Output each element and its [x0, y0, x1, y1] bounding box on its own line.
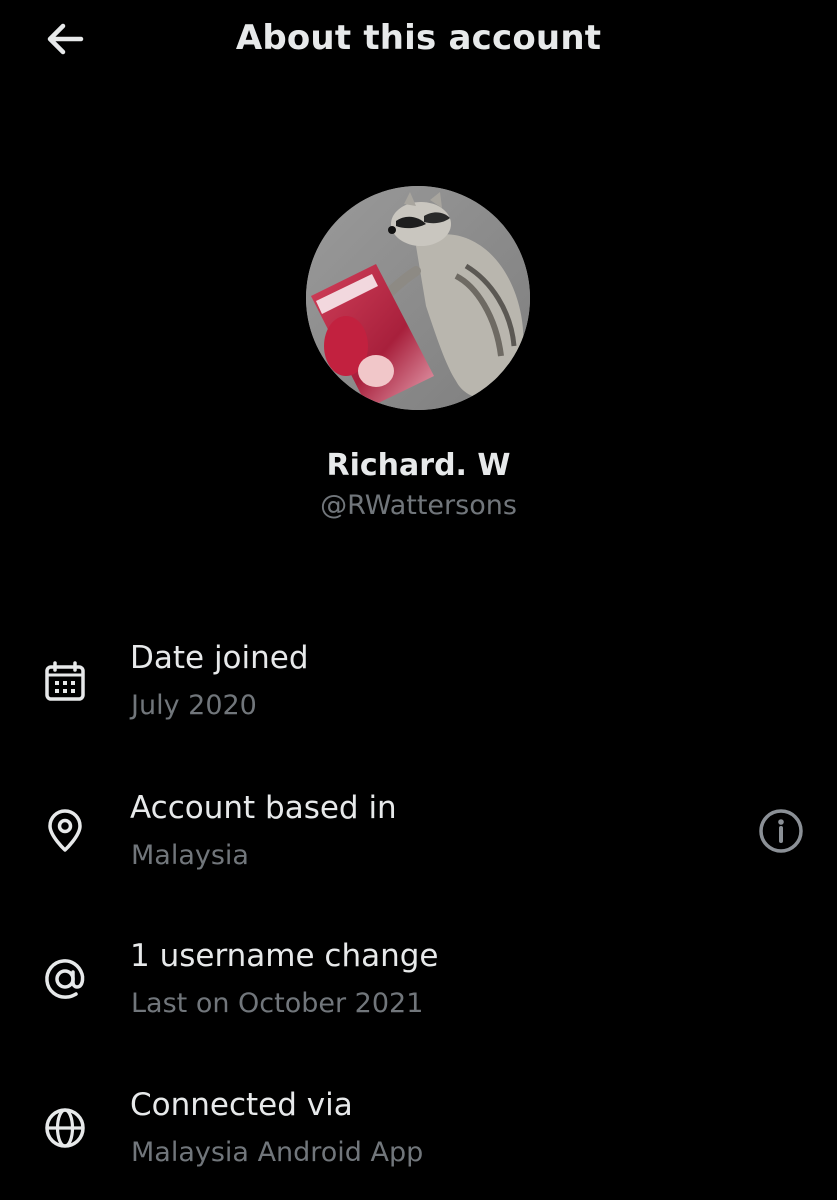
row-value: Last on October 2021	[131, 988, 424, 1019]
row-label: 1 username change	[130, 938, 439, 974]
row-value: Malaysia	[131, 840, 249, 871]
top-bar: About this account	[0, 0, 837, 80]
row-label: Account based in	[130, 790, 397, 826]
date-joined-row: Date joined July 2020	[0, 636, 837, 746]
info-icon	[759, 809, 803, 853]
calendar-icon	[36, 654, 94, 712]
username-handle: @RWattersons	[320, 490, 517, 521]
row-label: Date joined	[130, 640, 309, 676]
row-label: Connected via	[130, 1087, 353, 1123]
username-change-row: 1 username change Last on October 2021	[0, 934, 837, 1044]
at-sign-icon	[36, 950, 94, 1008]
info-button[interactable]	[752, 802, 810, 860]
row-value: Malaysia Android App	[131, 1137, 424, 1168]
avatar[interactable]	[306, 186, 530, 410]
connected-via-row: Connected via Malaysia Android App	[0, 1083, 837, 1193]
account-based-in-row: Account based in Malaysia	[0, 786, 837, 896]
display-name: Richard. W	[326, 448, 511, 483]
page-title: About this account	[235, 18, 602, 58]
row-value: July 2020	[131, 690, 257, 721]
globe-icon	[36, 1099, 94, 1157]
location-pin-icon	[36, 802, 94, 860]
